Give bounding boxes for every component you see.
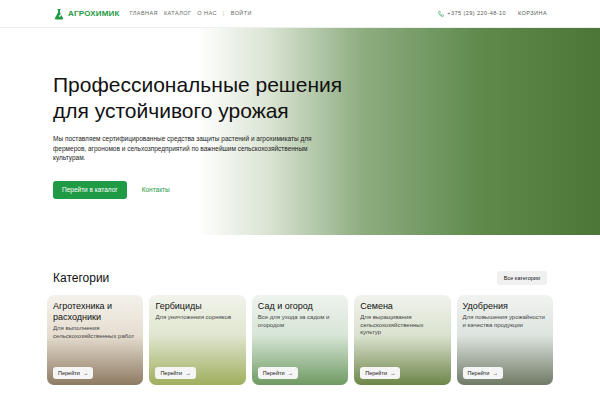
all-categories-button[interactable]: Все категории bbox=[497, 271, 547, 285]
category-description: Для уничтожения сорняков bbox=[155, 314, 239, 322]
arrow-icon: → bbox=[492, 369, 498, 377]
categories: Категории Все категории Агротехника и расх… bbox=[0, 235, 600, 385]
arrow-icon: → bbox=[390, 369, 396, 377]
category-button[interactable]: Перейти→ bbox=[155, 367, 195, 379]
category-description: Для повышения урожайности и качества про… bbox=[463, 314, 547, 329]
page: АГРОХИМИК ГЛАВНАЯ КАТАЛОГ О НАС | ВОЙТИ +375 (… bbox=[0, 0, 600, 400]
nav-item[interactable]: О НАС bbox=[197, 9, 217, 17]
category-description: Для выполнения сельскохозяйственных рабо… bbox=[53, 325, 137, 340]
hero: Профессиональные решениядля устойчивого … bbox=[0, 28, 600, 235]
nav-item[interactable]: КАТАЛОГ bbox=[164, 9, 191, 17]
catalog-button[interactable]: Перейти в каталог bbox=[53, 181, 127, 199]
logo-icon bbox=[53, 8, 65, 20]
category-title: Гербициды bbox=[155, 301, 239, 312]
phone[interactable]: +375 (29) 220-48-10 bbox=[438, 9, 506, 17]
logo[interactable]: АГРОХИМИК bbox=[53, 8, 120, 20]
category-card[interactable]: Сад и огород Все для ухода за садом и ого… bbox=[252, 295, 348, 385]
categories-title: Категории bbox=[53, 269, 109, 287]
category-title: Сад и огород bbox=[258, 301, 342, 312]
category-title: Агротехника и расходники bbox=[53, 301, 137, 323]
hero-title: Профессиональные решениядля устойчивого … bbox=[53, 72, 547, 124]
arrow-icon: → bbox=[185, 369, 191, 377]
category-button[interactable]: Перейти→ bbox=[53, 367, 93, 379]
category-title: Семена bbox=[360, 301, 444, 312]
category-description: Для выращивания сельскохозяйственных кул… bbox=[360, 314, 444, 337]
category-card[interactable]: Гербициды Для уничтожения сорняков Перейти… bbox=[149, 295, 245, 385]
category-button[interactable]: Перейти→ bbox=[360, 367, 400, 379]
contacts-button[interactable]: Контакты bbox=[133, 181, 179, 199]
category-button[interactable]: Перейти→ bbox=[463, 367, 503, 379]
category-button[interactable]: Перейти→ bbox=[258, 367, 298, 379]
header: АГРОХИМИК ГЛАВНАЯ КАТАЛОГ О НАС | ВОЙТИ +375 (… bbox=[0, 0, 600, 28]
hero-text: Мы поставляем сертифицированные средства… bbox=[53, 134, 333, 163]
category-card[interactable]: Удобрения Для повышения урожайности и кач… bbox=[457, 295, 553, 385]
category-title: Удобрения bbox=[463, 301, 547, 312]
category-card[interactable]: Агротехника и расходники Для выполнения с… bbox=[47, 295, 143, 385]
arrow-icon: → bbox=[83, 369, 89, 377]
cart-link[interactable]: КОРЗИНА bbox=[518, 9, 547, 17]
login-link[interactable]: ВОЙТИ bbox=[231, 9, 252, 17]
category-card[interactable]: Семена Для выращивания сельскохозяйственн… bbox=[354, 295, 450, 385]
nav: ГЛАВНАЯ КАТАЛОГ О НАС | ВОЙТИ bbox=[130, 9, 252, 17]
phone-icon bbox=[438, 11, 444, 17]
nav-item[interactable]: ГЛАВНАЯ bbox=[130, 9, 158, 17]
nav-separator: | bbox=[223, 9, 225, 17]
arrow-icon: → bbox=[288, 369, 294, 377]
category-description: Все для ухода за садом и огородом bbox=[258, 314, 342, 329]
